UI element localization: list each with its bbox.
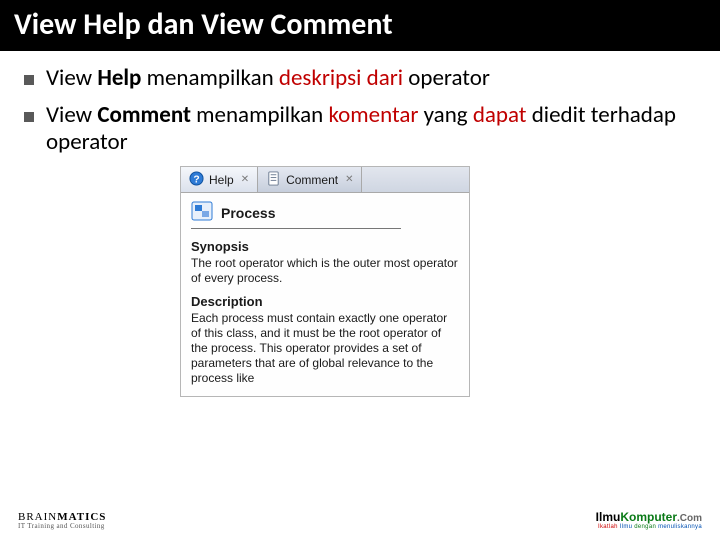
svg-text:?: ? — [193, 174, 199, 185]
help-panel-screenshot: ? Help ✕ Comment ✕ Process Synopsis The … — [180, 166, 470, 397]
bullet-item: View Comment menampilkan komentar yang d… — [24, 102, 700, 156]
panel-body: Process Synopsis The root operator which… — [181, 193, 469, 396]
tab-label: Comment — [286, 173, 338, 187]
divider — [191, 228, 401, 229]
close-icon[interactable]: ✕ — [345, 174, 353, 185]
close-icon[interactable]: ✕ — [241, 174, 249, 185]
bullet-text: View Help menampilkan deskripsi dari ope… — [46, 65, 700, 92]
footer-right-logo: IlmuKomputer.Com Ikatlah Ilmu dengan men… — [596, 511, 702, 530]
bullet-item: View Help menampilkan deskripsi dari ope… — [24, 65, 700, 92]
footer-left-logo: BRAINMATICS IT Training and Consulting — [18, 512, 106, 530]
tab-comment[interactable]: Comment ✕ — [258, 167, 362, 192]
tab-help[interactable]: ? Help ✕ — [181, 167, 258, 192]
description-heading: Description — [191, 294, 459, 309]
process-header: Process — [191, 201, 459, 224]
slide-title: View Help dan View Comment — [0, 0, 720, 51]
tab-label: Help — [209, 173, 234, 187]
synopsis-heading: Synopsis — [191, 239, 459, 254]
synopsis-text: The root operator which is the outer mos… — [191, 256, 459, 286]
description-text: Each process must contain exactly one op… — [191, 311, 459, 386]
process-icon — [191, 201, 213, 224]
document-icon — [266, 171, 281, 189]
process-title: Process — [221, 205, 275, 221]
help-icon: ? — [189, 171, 204, 189]
tab-row: ? Help ✕ Comment ✕ — [181, 167, 469, 193]
bullet-marker — [24, 75, 34, 85]
bullet-text: View Comment menampilkan komentar yang d… — [46, 102, 700, 156]
bullet-list: View Help menampilkan deskripsi dari ope… — [0, 51, 720, 156]
bullet-marker — [24, 112, 34, 122]
